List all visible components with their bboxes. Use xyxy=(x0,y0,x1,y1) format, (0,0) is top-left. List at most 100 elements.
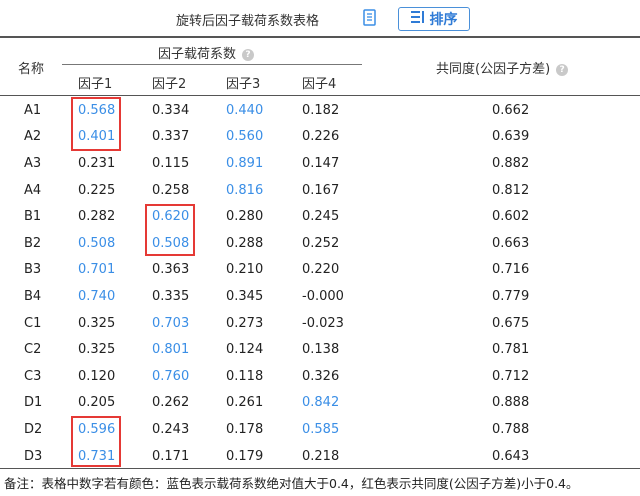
row-name: D2 xyxy=(24,421,43,437)
sort-button[interactable]: 排序 xyxy=(398,7,470,31)
factor-2-value: 0.760 xyxy=(152,368,190,384)
communality-value: 0.643 xyxy=(492,448,530,464)
factor-4-header: 因子4 xyxy=(302,77,337,92)
communality-value: 0.888 xyxy=(492,395,530,411)
table-row: B4 0.740 0.335 0.345 -0.000 0.779 xyxy=(0,283,640,310)
communality-value: 0.716 xyxy=(492,262,530,278)
subheader-rule xyxy=(62,64,362,65)
factor-2-value: 0.243 xyxy=(152,421,190,437)
table-title: 旋转后因子载荷系数表格 xyxy=(176,14,320,29)
factor-3-value: 0.178 xyxy=(226,421,264,437)
communality-value: 0.663 xyxy=(492,235,530,251)
red-highlight-box xyxy=(71,416,121,467)
factor-2-value: 0.115 xyxy=(152,155,190,171)
factor-4-value: -0.023 xyxy=(302,315,344,331)
factor-2-header: 因子2 xyxy=(152,77,187,92)
row-name: B1 xyxy=(24,209,42,225)
factor-4-value: 0.138 xyxy=(302,342,340,358)
factor-3-value: 0.288 xyxy=(226,235,264,251)
factor-4-value: 0.220 xyxy=(302,262,340,278)
row-name: B2 xyxy=(24,235,42,251)
factor-4-value: 0.147 xyxy=(302,155,340,171)
communality-value: 0.639 xyxy=(492,129,530,145)
factor-1-value: 0.740 xyxy=(78,288,116,304)
sort-list-icon xyxy=(410,11,425,27)
factor-1-value: 0.282 xyxy=(78,209,116,225)
factor-1-value: 0.205 xyxy=(78,395,116,411)
factor-1-value: 0.120 xyxy=(78,368,116,384)
help-icon[interactable]: ? xyxy=(242,49,255,61)
row-name: C1 xyxy=(24,315,42,331)
name-column-header: 名称 xyxy=(18,62,45,77)
factor-4-value: 0.326 xyxy=(302,368,340,384)
table-row: A4 0.225 0.258 0.816 0.167 0.812 xyxy=(0,177,640,204)
factor-3-value: 0.891 xyxy=(226,155,264,171)
help-icon[interactable]: ? xyxy=(556,64,569,76)
factor-3-value: 0.118 xyxy=(226,368,264,384)
toolbar: 旋转后因子载荷系数表格 排序 xyxy=(0,0,640,36)
document-icon[interactable] xyxy=(360,8,380,28)
factor-4-value: -0.000 xyxy=(302,288,344,304)
communality-value: 0.675 xyxy=(492,315,530,331)
factor-3-value: 0.345 xyxy=(226,288,264,304)
communality-value: 0.882 xyxy=(492,155,530,171)
factor-4-value: 0.585 xyxy=(302,421,340,437)
communality-value: 0.788 xyxy=(492,421,530,437)
table-bottom-rule xyxy=(0,468,640,469)
row-name: A1 xyxy=(24,102,42,118)
factor-4-value: 0.252 xyxy=(302,235,340,251)
factor-3-value: 0.210 xyxy=(226,262,264,278)
factor-1-value: 0.701 xyxy=(78,262,116,278)
row-name: B3 xyxy=(24,262,42,278)
factor-2-value: 0.801 xyxy=(152,342,190,358)
footnote: 备注：表格中数字若有颜色：蓝色表示载荷系数绝对值大于0.4，红色表示共同度(公因… xyxy=(4,476,579,491)
row-name: D3 xyxy=(24,448,43,464)
row-name: C2 xyxy=(24,342,42,358)
table-row: A3 0.231 0.115 0.891 0.147 0.882 xyxy=(0,150,640,177)
factor-3-value: 0.273 xyxy=(226,315,264,331)
loading-group-header: 因子载荷系数? xyxy=(158,43,255,62)
factor-3-value: 0.124 xyxy=(226,342,264,358)
factor-3-value: 0.280 xyxy=(226,209,264,225)
communality-value: 0.781 xyxy=(492,342,530,358)
factor-4-value: 0.842 xyxy=(302,395,340,411)
red-highlight-box xyxy=(145,204,195,256)
row-name: D1 xyxy=(24,395,43,411)
communality-value: 0.602 xyxy=(492,209,530,225)
table-row: C1 0.325 0.703 0.273 -0.023 0.675 xyxy=(0,310,640,337)
row-name: C3 xyxy=(24,368,42,384)
table-row: C2 0.325 0.801 0.124 0.138 0.781 xyxy=(0,336,640,363)
table-row: B1 0.282 0.620 0.280 0.245 0.602 xyxy=(0,203,640,230)
factor-1-value: 0.231 xyxy=(78,155,116,171)
factor-2-value: 0.363 xyxy=(152,262,190,278)
communality-value: 0.662 xyxy=(492,102,530,118)
factor-3-value: 0.560 xyxy=(226,129,264,145)
factor-2-value: 0.258 xyxy=(152,182,190,198)
factor-4-value: 0.218 xyxy=(302,448,340,464)
factor-1-header: 因子1 xyxy=(78,77,113,92)
factor-4-value: 0.226 xyxy=(302,129,340,145)
row-name: A2 xyxy=(24,129,42,145)
table-row: C3 0.120 0.760 0.118 0.326 0.712 xyxy=(0,363,640,390)
factor-4-value: 0.182 xyxy=(302,102,340,118)
sort-button-label: 排序 xyxy=(429,12,458,28)
factor-2-value: 0.334 xyxy=(152,102,190,118)
communality-value: 0.712 xyxy=(492,368,530,384)
factor-4-value: 0.245 xyxy=(302,209,340,225)
factor-3-header: 因子3 xyxy=(226,77,261,92)
factor-4-value: 0.167 xyxy=(302,182,340,198)
table-row: B2 0.508 0.508 0.288 0.252 0.663 xyxy=(0,230,640,257)
factor-3-value: 0.440 xyxy=(226,102,264,118)
table-row: B3 0.701 0.363 0.210 0.220 0.716 xyxy=(0,257,640,284)
communality-value: 0.779 xyxy=(492,288,530,304)
factor-2-value: 0.703 xyxy=(152,315,190,331)
header-bottom-rule xyxy=(0,95,640,96)
loading-group-header-label: 因子载荷系数 xyxy=(158,47,237,62)
communality-header-label: 共同度(公因子方差) xyxy=(436,62,551,77)
factor-2-value: 0.171 xyxy=(152,448,190,464)
communality-value: 0.812 xyxy=(492,182,530,198)
factor-3-value: 0.179 xyxy=(226,448,264,464)
row-name: A3 xyxy=(24,155,42,171)
factor-3-value: 0.816 xyxy=(226,182,264,198)
factor-2-value: 0.262 xyxy=(152,395,190,411)
